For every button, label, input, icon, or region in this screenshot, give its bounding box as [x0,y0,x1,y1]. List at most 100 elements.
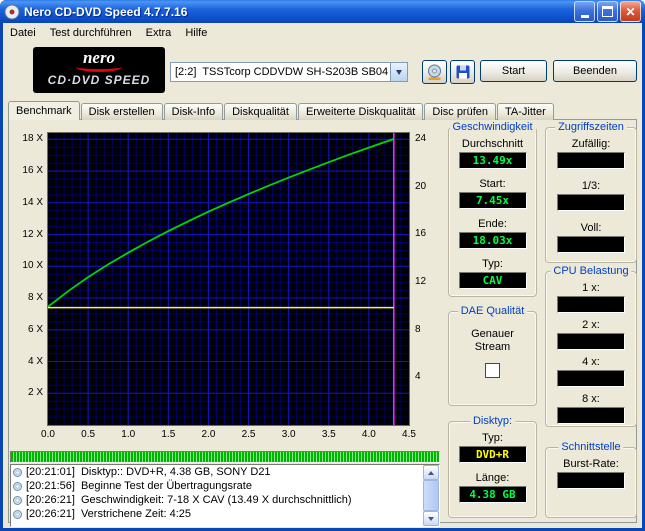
disc-icon [13,510,22,519]
app-window: Nero CD-DVD Speed 4.7.7.16 ✕ Datei Test … [0,0,645,531]
axis-tick-label: 3.5 [317,429,341,440]
axis-tick-label: 20 [415,181,426,192]
axis-tick-label: 4.5 [397,429,421,440]
panel-cpu-belastung: CPU Belastung 1 x: 2 x: 4 x: 8 x: [545,271,637,427]
log-text: Disktyp:: DVD+R, 4.38 GB, SONY D21 [81,466,271,478]
field-4x: 4 x: [557,356,625,387]
nero-logo: nero CD·DVD SPEED [33,47,165,93]
panel-schnittstelle: Schnittstelle Burst-Rate: [545,447,637,518]
axis-tick-label: 14 X [22,197,43,208]
left-axis-labels: 18 X16 X14 X12 X10 X8 X6 X4 X2 X [7,133,45,425]
disc-icon [13,468,22,477]
axis-tick-label: 2 X [28,387,43,398]
speed-chart [48,133,409,425]
menu-datei[interactable]: Datei [3,24,43,42]
value-display [557,296,625,313]
field-durchschnitt: Durchschnitt 13.49x [459,138,527,169]
tab-disc-pruefen[interactable]: Disc prüfen [424,103,496,120]
field-laenge: Länge: 4.38 GB [459,472,527,503]
axis-tick-label: 6 X [28,324,43,335]
field-voll: Voll: [557,222,625,253]
scroll-up-button[interactable] [423,465,439,480]
axis-tick-label: 4 [415,371,421,382]
menu-hilfe[interactable]: Hilfe [178,24,214,42]
panel-title: DAE Qualität [458,305,528,317]
product-name: CD·DVD SPEED [33,73,165,87]
log-time: [20:26:21] [26,508,75,520]
arrow-down-icon [428,517,434,524]
field-burst-rate: Burst-Rate: [557,458,625,489]
scroll-down-button[interactable] [423,511,439,526]
scroll-thumb[interactable] [423,480,439,511]
field-zufaellig: Zufällig: [557,138,625,169]
chevron-down-icon[interactable] [390,63,407,81]
close-button[interactable]: ✕ [620,1,641,22]
maximize-button[interactable] [597,1,618,22]
menu-test-durchfuehren[interactable]: Test durchführen [43,24,139,42]
menu-extra[interactable]: Extra [139,24,179,42]
field-label: Voll: [581,222,602,235]
log-time: [20:21:56] [26,480,75,492]
genauer-stream-checkbox[interactable] [485,363,500,378]
field-onethird: 1/3: [557,180,625,211]
axis-tick-label: 4 X [28,356,43,367]
chart-canvas [48,133,409,425]
axis-tick-label: 12 X [22,229,43,240]
value-display: 7.45x [459,192,527,209]
titlebar: Nero CD-DVD Speed 4.7.7.16 ✕ [0,0,645,23]
axis-tick-label: 2.5 [237,429,261,440]
tab-disk-info[interactable]: Disk-Info [164,103,223,120]
tab-erweiterte-diskqualitaet[interactable]: Erweiterte Diskqualität [298,103,423,120]
log-time: [20:21:01] [26,466,75,478]
panel-zugriffszeiten: Zugriffszeiten Zufällig: 1/3: Voll: [545,127,637,263]
panel-title: CPU Belastung [550,265,631,277]
tab-diskqualitaet[interactable]: Diskqualität [224,103,297,120]
tab-benchmark[interactable]: Benchmark [8,101,80,120]
disc-icon [13,482,22,491]
log-text: Beginne Test der Übertragungsrate [81,480,252,492]
field-1x: 1 x: [557,282,625,313]
log-entry: [20:26:21] Geschwindigkeit: 7-18 X CAV (… [11,493,439,507]
log-scrollbar[interactable] [423,465,439,526]
log-list[interactable]: [20:21:01] Disktyp:: DVD+R, 4.38 GB, SON… [10,464,440,527]
axis-tick-label: 1.5 [156,429,180,440]
drive-select[interactable]: [2:2] TSSTcorp CDDVDW SH-S203B SB04 [170,62,408,82]
panel-title: Schnittstelle [558,441,623,453]
log-entry: [20:21:01] Disktyp:: DVD+R, 4.38 GB, SON… [11,465,439,479]
save-button[interactable] [450,60,475,84]
panel-dae-qualitaet: DAE Qualität Genauer Stream [448,311,537,406]
axis-tick-label: 1.0 [116,429,140,440]
log-entry: [20:21:56] Beginne Test der Übertragungs… [11,479,439,493]
log-entry: [20:26:21] Verstrichene Zeit: 4:25 [11,507,439,521]
genauer-stream-label: Genauer Stream [461,328,525,354]
axis-tick-label: 10 X [22,260,43,271]
eject-disc-button[interactable] [422,60,447,84]
field-label: 8 x: [582,393,600,406]
minimize-button[interactable] [574,1,595,22]
axis-tick-label: 0.0 [36,429,60,440]
start-button[interactable]: Start [480,60,547,82]
axis-tick-label: 24 [415,133,426,144]
field-2x: 2 x: [557,319,625,350]
window-title: Nero CD-DVD Speed 4.7.7.16 [24,5,574,19]
progress-bar [10,451,440,463]
field-disk-typ: Typ: DVD+R [459,432,527,463]
read-speed-curve [48,139,394,307]
field-label: Länge: [476,472,510,485]
panel-title: Geschwindigkeit [449,121,535,133]
client-area: Datei Test durchführen Extra Hilfe nero … [3,23,642,528]
axis-tick-label: 3.0 [277,429,301,440]
panel-geschwindigkeit: Geschwindigkeit Durchschnitt 13.49x Star… [448,127,537,297]
value-display [557,472,625,489]
value-display: CAV [459,272,527,289]
field-ende: Ende: 18.03x [459,218,527,249]
field-start: Start: 7.45x [459,178,527,209]
field-label: 2 x: [582,319,600,332]
beenden-button[interactable]: Beenden [553,60,637,82]
right-axis-labels: 2420161284 [413,133,439,425]
tab-disk-erstellen[interactable]: Disk erstellen [81,103,163,120]
field-label: Ende: [478,218,507,231]
tab-ta-jitter[interactable]: TA-Jitter [497,103,554,120]
axis-tick-label: 8 X [28,292,43,303]
field-label: 1/3: [582,180,600,193]
